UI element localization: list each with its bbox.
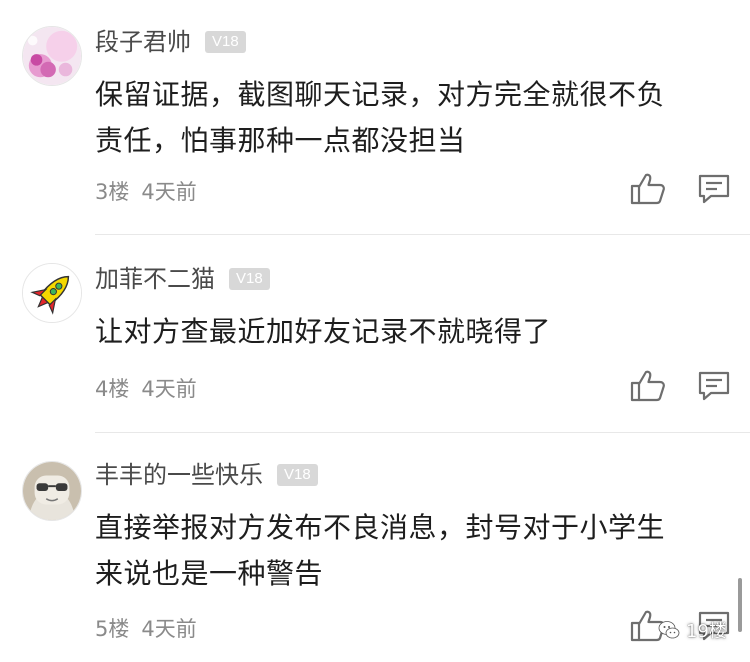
avatar[interactable] bbox=[22, 461, 82, 521]
thumbs-up-icon bbox=[630, 173, 665, 205]
divider bbox=[95, 432, 750, 433]
rocket-avatar-icon bbox=[23, 264, 81, 322]
comment-text-line: 保留证据，截图聊天记录，对方完全就很不负 bbox=[95, 78, 666, 111]
comment-text-line: 责任，怕事那种一点都没担当 bbox=[95, 124, 466, 157]
thumbs-up-icon bbox=[630, 370, 665, 402]
divider bbox=[95, 234, 750, 235]
user-row: 加菲不二猫 V18 bbox=[95, 259, 270, 299]
comment-bubble-icon bbox=[698, 174, 730, 204]
username[interactable]: 段子君帅 bbox=[95, 22, 191, 62]
comment-text: 直接举报对方发布不良消息，封号对于小学生 来说也是一种警告 bbox=[95, 505, 735, 597]
username[interactable]: 加菲不二猫 bbox=[95, 259, 215, 299]
comment-item: 丰丰的一些快乐 V18 直接举报对方发布不良消息，封号对于小学生 来说也是一种警… bbox=[0, 455, 750, 662]
like-button[interactable] bbox=[630, 172, 666, 206]
comment-item: 段子君帅 V18 保留证据，截图聊天记录，对方完全就很不负 责任，怕事那种一点都… bbox=[0, 22, 750, 235]
like-button[interactable] bbox=[630, 369, 666, 403]
comment-item: 加菲不二猫 V18 让对方查最近加好友记录不就晓得了 4楼 4天前 bbox=[0, 259, 750, 439]
comment-bubble-icon bbox=[698, 371, 730, 401]
comment-time: 4天前 bbox=[141, 180, 197, 204]
floor-number: 3楼 bbox=[95, 180, 130, 204]
floor-number: 4楼 bbox=[95, 377, 130, 401]
reply-button[interactable] bbox=[697, 173, 731, 205]
username[interactable]: 丰丰的一些快乐 bbox=[95, 455, 263, 495]
comment-text-line: 直接举报对方发布不良消息，封号对于小学生 bbox=[95, 511, 666, 544]
comment-meta: 4楼 4天前 bbox=[95, 373, 197, 403]
level-badge: V18 bbox=[277, 464, 318, 486]
comment-meta: 5楼 4天前 bbox=[95, 613, 197, 643]
avatar[interactable] bbox=[22, 26, 82, 86]
reply-button[interactable] bbox=[697, 370, 731, 402]
level-badge: V18 bbox=[205, 31, 246, 53]
user-row: 丰丰的一些快乐 V18 bbox=[95, 455, 318, 495]
comment-text: 保留证据，截图聊天记录，对方完全就很不负 责任，怕事那种一点都没担当 bbox=[95, 72, 735, 164]
comment-meta: 3楼 4天前 bbox=[95, 176, 197, 206]
user-row: 段子君帅 V18 bbox=[95, 22, 246, 62]
comment-text-line: 让对方查最近加好友记录不就晓得了 bbox=[95, 315, 552, 348]
watermark: 19楼 bbox=[658, 617, 727, 643]
comment-text-line: 来说也是一种警告 bbox=[95, 557, 324, 590]
watermark-text: 19楼 bbox=[686, 621, 727, 642]
pink-flowers-avatar-icon bbox=[23, 27, 81, 85]
comment-time: 4天前 bbox=[141, 377, 197, 401]
cartoon-character-avatar-icon bbox=[23, 462, 81, 520]
comment-text: 让对方查最近加好友记录不就晓得了 bbox=[95, 309, 735, 355]
wechat-logo-icon bbox=[658, 621, 680, 639]
avatar[interactable] bbox=[22, 263, 82, 323]
scrollbar[interactable] bbox=[738, 578, 742, 632]
floor-number: 5楼 bbox=[95, 617, 130, 641]
comment-time: 4天前 bbox=[141, 617, 197, 641]
level-badge: V18 bbox=[229, 268, 270, 290]
